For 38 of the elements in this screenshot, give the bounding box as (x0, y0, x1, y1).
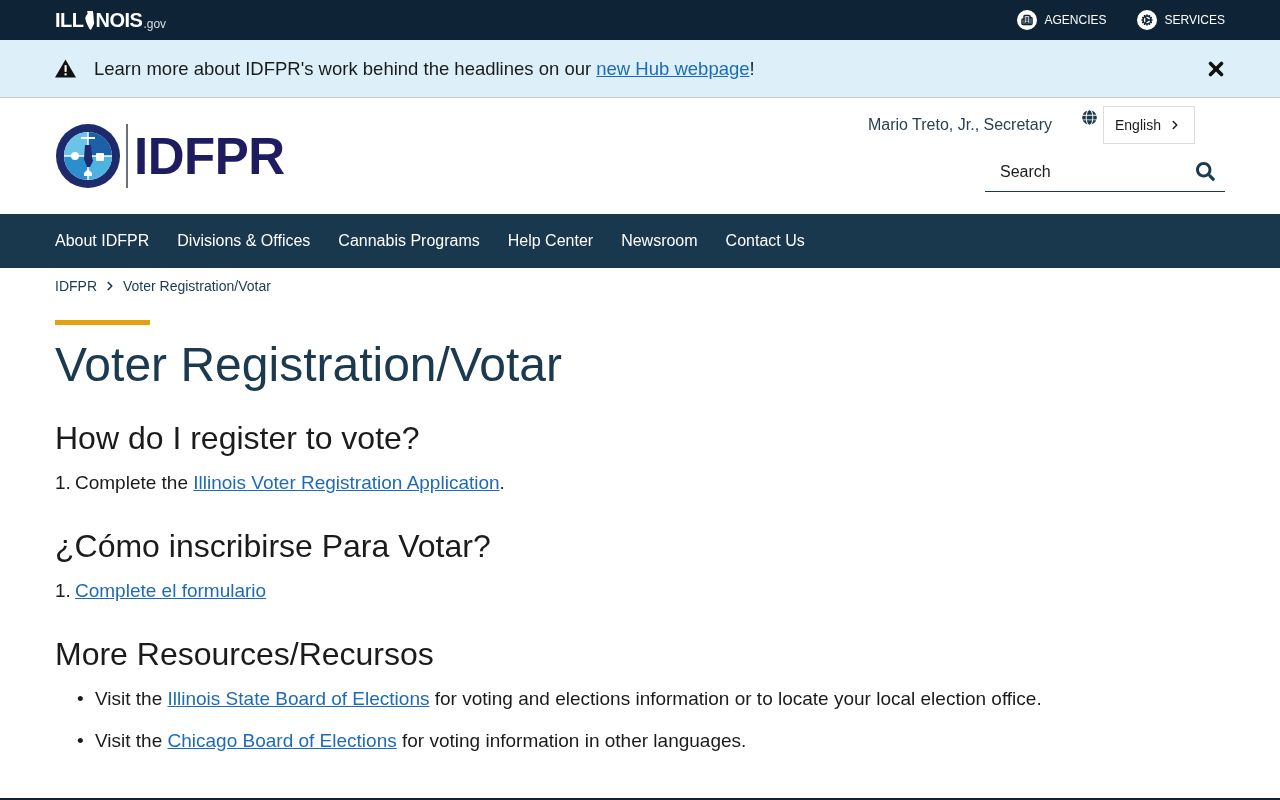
bullet-marker: • (77, 729, 85, 753)
search-icon[interactable] (1196, 162, 1215, 181)
gear-icon (1136, 10, 1157, 30)
top-bar-link[interactable]: SERVICES (1136, 10, 1225, 30)
idfpr-wordmark[interactable]: IDFPR (134, 130, 285, 182)
content-link[interactable]: Illinois Voter Registration Application (193, 472, 500, 493)
content-link[interactable]: Complete el formulario (75, 577, 267, 604)
list-item-text: Complete the Illinois Voter Registration Application. (75, 471, 505, 495)
list-item-text: Visit the Illinois State Board of Elections for voting and elections information or to locate your local election office. (95, 687, 1042, 711)
bullet-marker: • (77, 687, 85, 711)
language-button[interactable]: English (1103, 106, 1195, 144)
page-title: Voter Registration/Votar (55, 337, 563, 392)
top-bar-link[interactable]: AGENCIES (1016, 10, 1107, 30)
secretary-name: Mario Treto, Jr., Secretary (867, 115, 1052, 135)
list-item-text: Visit the Chicago Board of Elections for voting information in other languages. (95, 729, 747, 753)
content-link[interactable]: Illinois State Board of Elections (167, 688, 430, 709)
breadcrumb-current: Voter Registration/Votar (123, 276, 271, 296)
nav-link[interactable]: Newsroom (621, 229, 698, 253)
breadcrumb-link[interactable]: IDFPR (55, 275, 97, 297)
alert-message: Learn more about IDFPR's work behind the headlines on our new Hub webpage! (94, 56, 755, 81)
nav-link[interactable]: Help Center (507, 229, 594, 253)
section-heading: More Resources/Recursos (55, 635, 435, 673)
list-number: 1. (55, 579, 72, 603)
globe-icon (1082, 110, 1097, 125)
nav-link[interactable]: Divisions & Offices (177, 229, 311, 253)
nav-link[interactable]: Cannabis Programs (338, 229, 480, 253)
alert-link[interactable]: new Hub webpage (596, 57, 750, 79)
section-heading: ¿Cómo inscribirse Para Votar? (55, 527, 492, 565)
state-map-icon (84, 11, 95, 30)
content-link[interactable]: Chicago Board of Elections (167, 730, 397, 751)
building-icon (1016, 10, 1037, 30)
list-number: 1. (55, 471, 72, 495)
seal-logo (55, 123, 121, 189)
warning-icon (55, 59, 76, 78)
illinois-gov-logo[interactable]: ILL NOIS.gov (55, 10, 167, 30)
nav-link[interactable]: Contact Us (725, 229, 805, 253)
nav-link[interactable]: About IDFPR (55, 229, 150, 253)
section-heading: How do I register to vote? (55, 419, 421, 457)
